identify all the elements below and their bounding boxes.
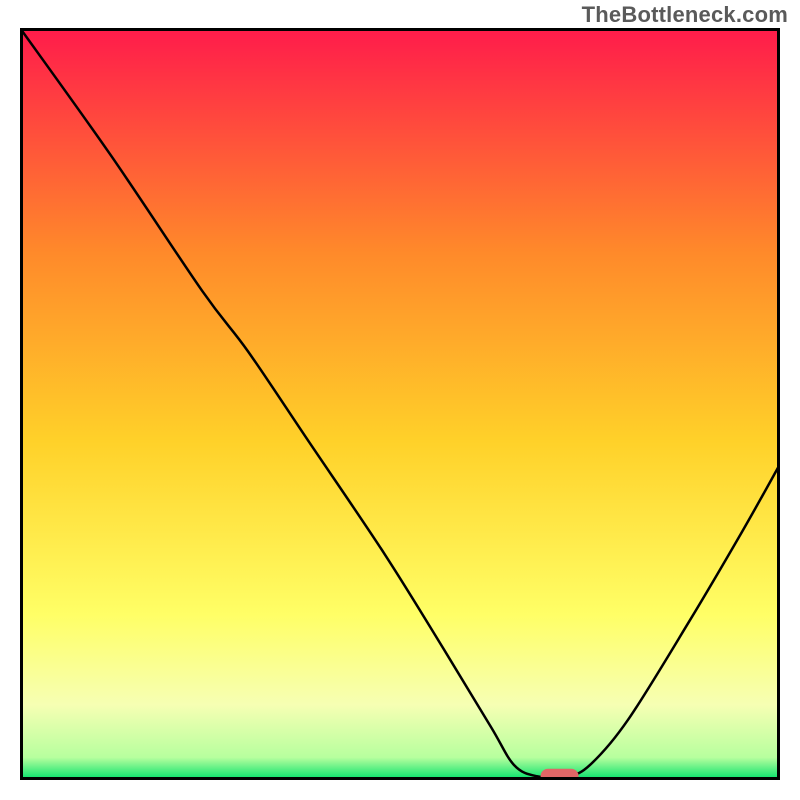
gradient-background <box>20 28 780 780</box>
chart-container: TheBottleneck.com <box>0 0 800 800</box>
watermark-text: TheBottleneck.com <box>582 2 788 28</box>
plot-area <box>20 28 780 780</box>
chart-svg <box>20 28 780 780</box>
